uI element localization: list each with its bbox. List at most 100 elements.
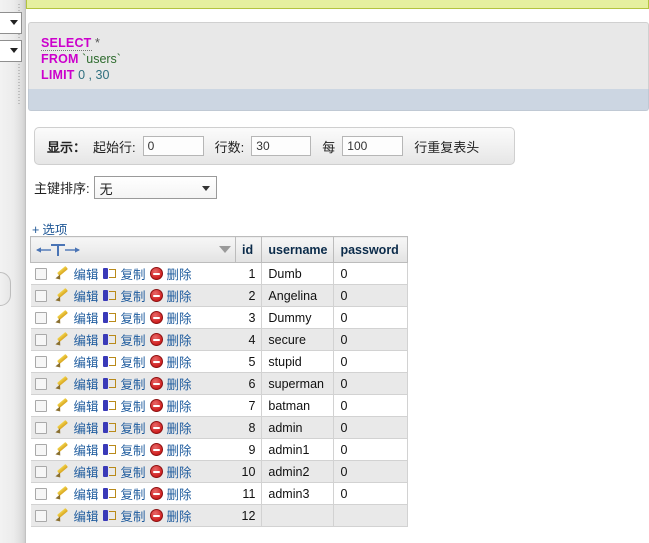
table-row[interactable]: 编辑 复制 删除 3 Dummy 0: [30, 306, 409, 329]
delete-circle-icon[interactable]: [149, 443, 163, 456]
chevron-down-icon[interactable]: [219, 246, 231, 253]
row-checkbox[interactable]: [34, 443, 47, 456]
primary-key-sort-select[interactable]: 无: [93, 176, 217, 199]
copy-link[interactable]: 复制: [121, 374, 146, 393]
copy-link[interactable]: 复制: [121, 308, 146, 327]
delete-link[interactable]: 删除: [167, 286, 192, 305]
start-row-input[interactable]: [142, 136, 204, 156]
edit-link[interactable]: 编辑: [74, 418, 99, 437]
pencil-icon[interactable]: [56, 399, 70, 413]
copy-link[interactable]: 复制: [121, 330, 146, 349]
copy-icon[interactable]: [102, 289, 117, 303]
sidebar-collapse-handle[interactable]: [0, 272, 11, 306]
pencil-icon[interactable]: [56, 377, 70, 391]
copy-link[interactable]: 复制: [121, 264, 146, 283]
delete-link[interactable]: 删除: [167, 374, 192, 393]
copy-link[interactable]: 复制: [121, 352, 146, 371]
edit-link[interactable]: 编辑: [74, 264, 99, 283]
table-row[interactable]: 编辑 复制 删除 11 admin3 0: [30, 482, 409, 505]
copy-icon[interactable]: [102, 311, 117, 325]
delete-link[interactable]: 删除: [167, 308, 192, 327]
row-checkbox[interactable]: [34, 355, 47, 368]
delete-link[interactable]: 删除: [167, 462, 192, 481]
pencil-icon[interactable]: [56, 355, 70, 369]
delete-circle-icon[interactable]: [149, 509, 163, 522]
row-checkbox[interactable]: [34, 267, 47, 280]
column-header-password[interactable]: password: [333, 236, 409, 263]
repeat-header-every-input[interactable]: [342, 136, 404, 156]
delete-circle-icon[interactable]: [149, 487, 163, 500]
row-count-input[interactable]: [251, 136, 312, 156]
edit-link[interactable]: 编辑: [74, 330, 99, 349]
delete-circle-icon[interactable]: [149, 377, 163, 390]
delete-link[interactable]: 删除: [167, 396, 192, 415]
edit-link[interactable]: 编辑: [74, 374, 99, 393]
delete-circle-icon[interactable]: [149, 465, 163, 478]
table-row[interactable]: 编辑 复制 删除 1 Dumb 0: [30, 262, 409, 285]
table-row[interactable]: 编辑 复制 删除 4 secure 0: [30, 328, 409, 351]
pencil-icon[interactable]: [56, 289, 70, 303]
row-checkbox[interactable]: [34, 509, 47, 522]
copy-link[interactable]: 复制: [121, 506, 146, 525]
copy-link[interactable]: 复制: [121, 462, 146, 481]
copy-icon[interactable]: [102, 465, 117, 479]
delete-link[interactable]: 删除: [167, 330, 192, 349]
copy-icon[interactable]: [102, 487, 117, 501]
row-checkbox[interactable]: [34, 311, 47, 324]
delete-link[interactable]: 删除: [167, 440, 192, 459]
delete-circle-icon[interactable]: [149, 421, 163, 434]
copy-link[interactable]: 复制: [121, 440, 146, 459]
delete-link[interactable]: 删除: [167, 484, 192, 503]
copy-icon[interactable]: [102, 377, 117, 391]
sidebar-select-table[interactable]: [0, 40, 22, 62]
row-checkbox[interactable]: [34, 421, 47, 434]
delete-link[interactable]: 删除: [167, 506, 192, 525]
edit-link[interactable]: 编辑: [74, 506, 99, 525]
copy-icon[interactable]: [102, 355, 117, 369]
pencil-icon[interactable]: [56, 465, 70, 479]
edit-link[interactable]: 编辑: [74, 396, 99, 415]
pencil-icon[interactable]: [56, 487, 70, 501]
copy-icon[interactable]: [102, 443, 117, 457]
delete-circle-icon[interactable]: [149, 333, 163, 346]
delete-circle-icon[interactable]: [149, 399, 163, 412]
pencil-icon[interactable]: [56, 443, 70, 457]
edit-link[interactable]: 编辑: [74, 462, 99, 481]
delete-circle-icon[interactable]: [149, 355, 163, 368]
column-header-id[interactable]: id: [234, 236, 263, 263]
copy-link[interactable]: 复制: [121, 484, 146, 503]
edit-link[interactable]: 编辑: [74, 352, 99, 371]
row-checkbox[interactable]: [34, 377, 47, 390]
table-row[interactable]: 编辑 复制 删除 12: [30, 504, 409, 527]
copy-icon[interactable]: [102, 509, 117, 523]
table-row[interactable]: 编辑 复制 删除 6 superman 0: [30, 372, 409, 395]
table-row[interactable]: 编辑 复制 删除 9 admin1 0: [30, 438, 409, 461]
row-checkbox[interactable]: [34, 333, 47, 346]
table-row[interactable]: 编辑 复制 删除 10 admin2 0: [30, 460, 409, 483]
row-checkbox[interactable]: [34, 399, 47, 412]
delete-link[interactable]: 删除: [167, 418, 192, 437]
sidebar-select-database[interactable]: [0, 12, 22, 34]
row-checkbox[interactable]: [34, 465, 47, 478]
delete-circle-icon[interactable]: [149, 267, 163, 280]
copy-link[interactable]: 复制: [121, 286, 146, 305]
copy-icon[interactable]: [102, 421, 117, 435]
edit-link[interactable]: 编辑: [74, 484, 99, 503]
pencil-icon[interactable]: [56, 311, 70, 325]
pencil-icon[interactable]: [56, 509, 70, 523]
row-checkbox[interactable]: [34, 289, 47, 302]
delete-circle-icon[interactable]: [149, 311, 163, 324]
row-checkbox[interactable]: [34, 487, 47, 500]
table-row[interactable]: 编辑 复制 删除 8 admin 0: [30, 416, 409, 439]
copy-link[interactable]: 复制: [121, 418, 146, 437]
delete-link[interactable]: 删除: [167, 352, 192, 371]
copy-icon[interactable]: [102, 333, 117, 347]
edit-link[interactable]: 编辑: [74, 286, 99, 305]
copy-icon[interactable]: [102, 399, 117, 413]
edit-link[interactable]: 编辑: [74, 440, 99, 459]
pencil-icon[interactable]: [56, 333, 70, 347]
table-row[interactable]: 编辑 复制 删除 5 stupid 0: [30, 350, 409, 373]
pencil-icon[interactable]: [56, 421, 70, 435]
table-row[interactable]: 编辑 复制 删除 7 batman 0: [30, 394, 409, 417]
copy-icon[interactable]: [102, 267, 117, 281]
